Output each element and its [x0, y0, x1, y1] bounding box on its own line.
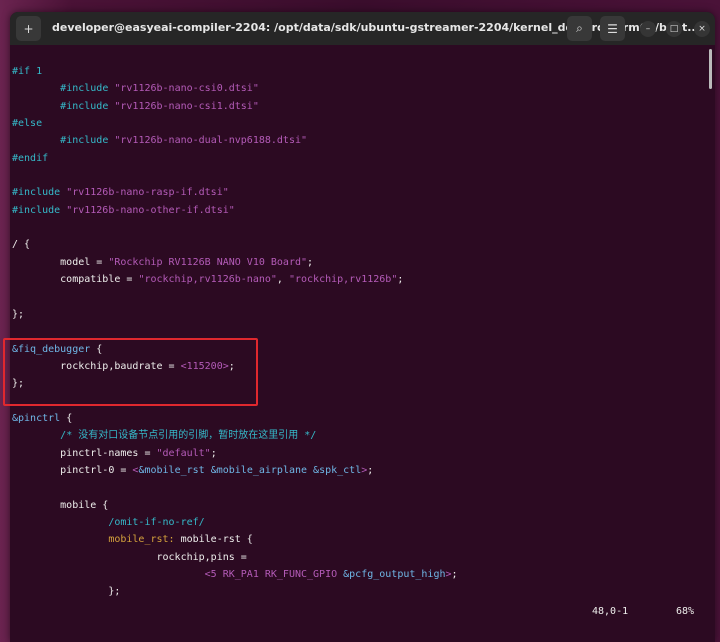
- code-token: #include: [12, 187, 67, 199]
- search-icon: ⌕: [576, 21, 583, 35]
- code-line: mobile {: [12, 497, 458, 514]
- code-token: model =: [12, 256, 109, 268]
- menu-button[interactable]: ☰: [600, 16, 625, 41]
- close-button[interactable]: ×: [694, 21, 710, 37]
- code-token: #include: [60, 135, 115, 147]
- code-line: model = "Rockchip RV1126B NANO V10 Board…: [12, 254, 458, 271]
- code-token: "rockchip,rv1126b-nano": [138, 274, 277, 286]
- code-token: rockchip,pins =: [12, 551, 247, 563]
- code-token: ,: [276, 274, 289, 286]
- code-token: "rv1126b-nano-rasp-if.dtsi": [66, 187, 229, 199]
- code-line: #include "rv1126b-nano-rasp-if.dtsi": [12, 184, 458, 201]
- code-token: "rv1126b-nano-csi1.dtsi": [114, 100, 259, 112]
- code-line: rockchip,pins =: [12, 549, 458, 566]
- code-line: compatible = "rockchip,rv1126b-nano", "r…: [12, 271, 458, 288]
- code-token: &mobile_rst &mobile_airplane &spk_ctl: [138, 464, 362, 476]
- code-token: #include: [60, 83, 115, 95]
- code-token: &pinctrl: [12, 412, 61, 424]
- code-token: ;: [451, 568, 458, 580]
- code-line: #if 1: [12, 63, 458, 80]
- code-line: #include "rv1126b-nano-csi0.dtsi": [12, 80, 458, 97]
- code-token: "rockchip,rv1126b": [288, 274, 398, 286]
- code-token: ;: [397, 274, 404, 286]
- code-token: "rv1126b-nano-dual-nvp6188.dtsi": [114, 135, 308, 147]
- code-token: compatible =: [12, 274, 139, 286]
- code-token: pinctrl-names =: [12, 447, 157, 459]
- new-tab-button[interactable]: +: [16, 16, 41, 41]
- title-bar: + developer@easyeai-compiler-2204: /opt/…: [10, 12, 715, 45]
- code-token: #endif: [12, 152, 49, 164]
- code-token: ;: [367, 464, 374, 476]
- code-line: #endif: [12, 150, 458, 167]
- maximize-button[interactable]: □: [666, 21, 682, 37]
- maximize-icon: □: [669, 24, 679, 34]
- code-line: #include "rv1126b-nano-dual-nvp6188.dtsi…: [12, 132, 458, 149]
- code-token: #else: [12, 118, 43, 130]
- code-line: pinctrl-0 = <&mobile_rst &mobile_airplan…: [12, 462, 458, 479]
- close-icon: ×: [698, 24, 706, 34]
- code-line: <5 RK_PA1 RK_FUNC_GPIO &pcfg_output_high…: [12, 566, 458, 583]
- code-token: #include: [60, 100, 115, 112]
- code-token: /omit-if-no-ref/: [108, 516, 205, 528]
- code-token: };: [12, 586, 121, 598]
- code-token: };: [12, 308, 25, 320]
- minimize-button[interactable]: –: [640, 21, 656, 37]
- search-button[interactable]: ⌕: [567, 16, 592, 41]
- terminal-window: + developer@easyeai-compiler-2204: /opt/…: [10, 12, 715, 642]
- code-token: mobile_rst:: [108, 534, 175, 546]
- code-token: pinctrl-0 =: [12, 464, 133, 476]
- cursor-position: 48,0-1: [592, 606, 629, 617]
- code-line: };: [12, 583, 458, 600]
- code-token: "rv1126b-nano-other-if.dtsi": [66, 204, 235, 216]
- code-token: "Rockchip RV1126B NANO V10 Board": [108, 256, 308, 268]
- scrollbar[interactable]: [709, 49, 712, 89]
- scroll-percent: 68%: [676, 606, 695, 617]
- code-line: mobile_rst: mobile-rst {: [12, 531, 458, 548]
- code-token: /* 没有对口设备节点引用的引脚，暂时放在这里引用 */: [60, 430, 317, 442]
- highlight-box: [3, 338, 258, 406]
- code-token: / {: [12, 239, 31, 251]
- code-token: #if 1: [12, 66, 43, 77]
- code-token: <5 RK_PA1 RK_FUNC_GPIO: [204, 568, 344, 580]
- code-line: pinctrl-names = "default";: [12, 445, 458, 462]
- code-line: /omit-if-no-ref/: [12, 514, 458, 531]
- code-line: #include "rv1126b-nano-other-if.dtsi": [12, 202, 458, 219]
- code-token: ;: [210, 447, 217, 459]
- code-token: mobile {: [12, 499, 109, 511]
- code-token: &pcfg_output_high: [343, 568, 446, 580]
- code-token: mobile-rst {: [174, 534, 253, 546]
- code-token: "default": [156, 447, 211, 459]
- code-token: {: [60, 412, 73, 424]
- code-line: /* 没有对口设备节点引用的引脚，暂时放在这里引用 */: [12, 427, 458, 444]
- code-token: ;: [307, 256, 314, 268]
- code-line: &pinctrl {: [12, 410, 458, 427]
- code-token: "rv1126b-nano-csi0.dtsi": [114, 83, 259, 95]
- code-line: #include "rv1126b-nano-csi1.dtsi": [12, 98, 458, 115]
- terminal-content[interactable]: #if 1 #include "rv1126b-nano-csi0.dtsi" …: [12, 63, 458, 601]
- code-line: #else: [12, 115, 458, 132]
- code-token: #include: [12, 204, 67, 216]
- hamburger-menu-icon: ☰: [607, 21, 618, 36]
- code-line: };: [12, 306, 458, 323]
- minimize-icon: –: [645, 24, 651, 34]
- new-tab-icon: +: [23, 21, 34, 36]
- code-line: / {: [12, 236, 458, 253]
